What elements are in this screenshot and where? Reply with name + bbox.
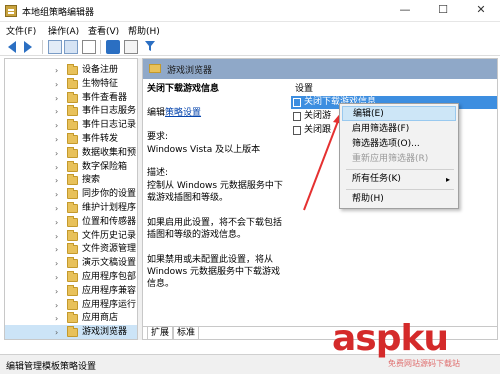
watermark-logo: aspku	[332, 318, 449, 359]
watermark: aspku 免费网站源码下载站	[332, 318, 500, 374]
menu-separator	[346, 189, 454, 190]
status-text: 编辑管理模板策略设置	[6, 362, 97, 372]
menu-item-help[interactable]: 帮助(H)	[342, 192, 456, 207]
menu-item-enable-filter[interactable]: 启用筛选器(F)	[342, 122, 456, 137]
context-menu: 编辑(E) 启用筛选器(F) 筛选器选项(O)... 重新应用筛选器(R) 所有…	[339, 103, 459, 209]
menu-item-reapply-filter: 重新应用筛选器(R)	[352, 154, 429, 164]
menu-item-filter-options[interactable]: 筛选器选项(O)...	[342, 137, 456, 152]
menu-item-edit[interactable]: 编辑(E)	[342, 106, 456, 121]
menu-item-all-tasks[interactable]: 所有任务(K) ▸	[342, 172, 456, 187]
menu-item-all-tasks-label: 所有任务(K)	[352, 174, 401, 184]
submenu-arrow-icon: ▸	[445, 175, 450, 184]
menu-separator	[346, 169, 454, 170]
watermark-subtitle: 免费网站源码下载站	[388, 359, 460, 368]
